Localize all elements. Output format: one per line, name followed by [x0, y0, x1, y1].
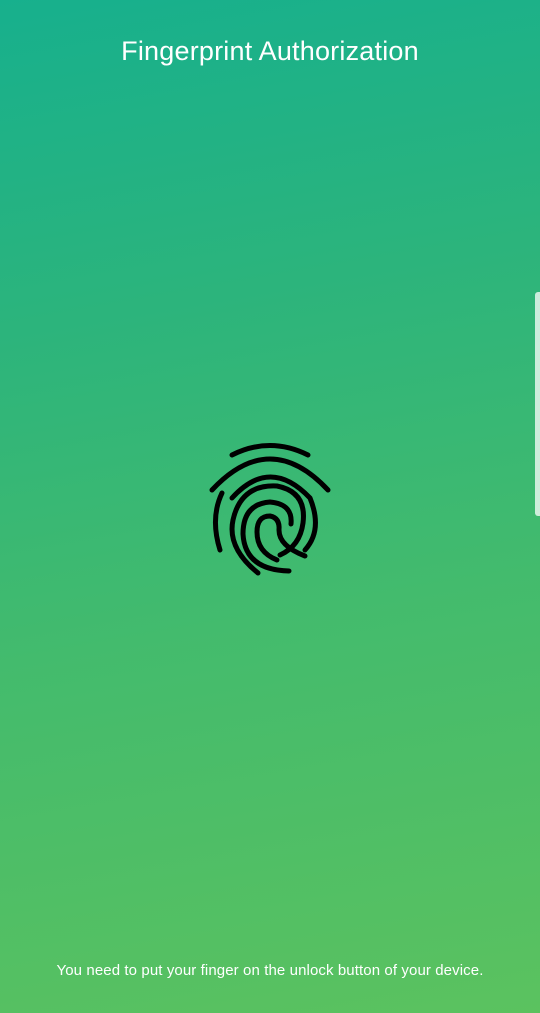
fingerprint-icon[interactable]: [205, 438, 335, 578]
page-title: Fingerprint Authorization: [121, 36, 419, 66]
edge-panel-handle[interactable]: [535, 292, 540, 516]
fingerprint-auth-screen: Fingerprint Authorization You need to pu…: [0, 0, 540, 1013]
instruction-text: You need to put your finger on the unloc…: [56, 962, 484, 979]
